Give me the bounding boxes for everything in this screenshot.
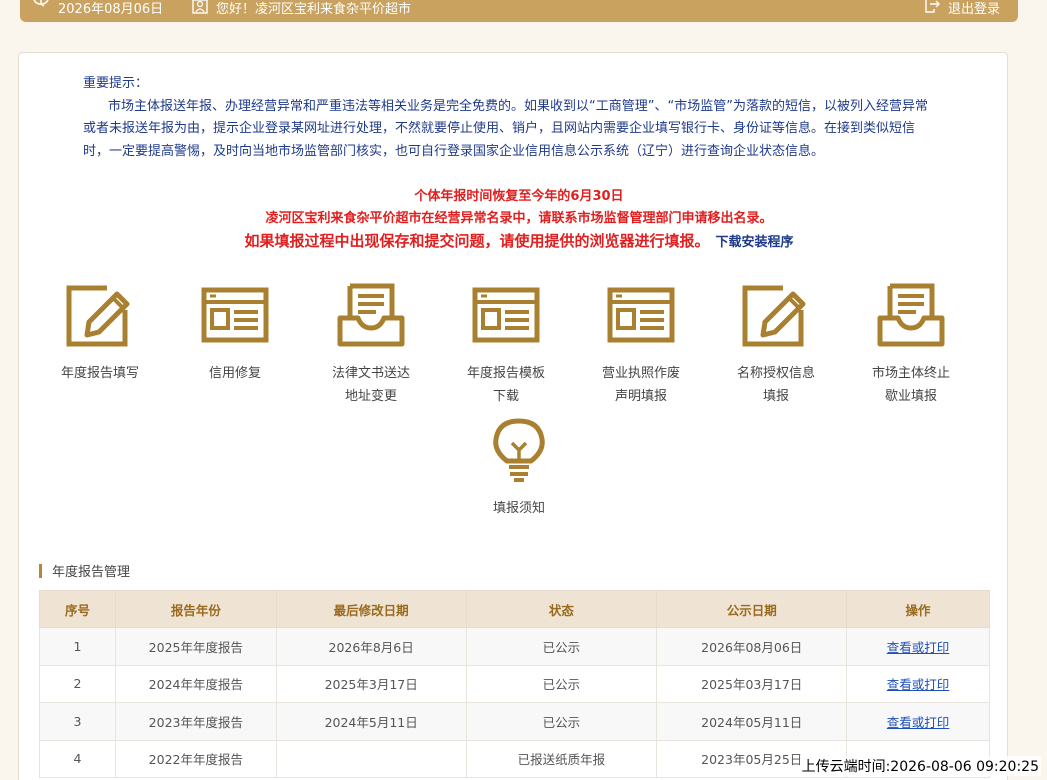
cell-serial: 4: [39, 739, 116, 778]
section-title: 年度报告管理: [39, 561, 130, 580]
tile-label: 营业执照作废 声明填报: [601, 366, 680, 404]
tile-label: 名称授权信息 填报: [736, 366, 815, 404]
header-action: 操作: [846, 590, 990, 628]
section-title-marker: [39, 563, 42, 578]
header-date-text: 2026年08月06日: [58, 1, 164, 17]
view-print-link[interactable]: 查看或打印: [887, 640, 950, 655]
user-icon: [192, 0, 208, 14]
cell-status: 已公示: [465, 664, 658, 703]
tile-filing-instructions[interactable]: 填报须知: [459, 417, 579, 520]
clock-icon: [33, 0, 49, 7]
tile-label: 年度报告填写: [60, 366, 139, 381]
notice-heading: 重要提示：: [83, 76, 149, 91]
cell-status: 已公示: [465, 702, 658, 741]
lightbulb-icon: [493, 418, 545, 482]
cell-last-modified: 2024年5月11日: [275, 702, 467, 741]
top-bar: 2026年08月06日 您好！凌河区宝利来食杂平价超市 退出登录: [20, 0, 1018, 22]
form-icon: [201, 287, 269, 343]
header-date: 2026年08月06日: [32, 0, 164, 17]
view-print-link[interactable]: 查看或打印: [887, 677, 950, 692]
notice-paragraph: 市场主体报送年报、办理经营异常和严重违法等相关业务是完全免费的。如果收到以“工商…: [83, 98, 928, 159]
tile-license-void-statement[interactable]: 营业执照作废 声明填报: [581, 282, 701, 408]
cell-action: 查看或打印: [846, 702, 990, 741]
cell-publish-date: 2024年05月11日: [656, 702, 848, 741]
tile-label: 市场主体终止 歇业填报: [871, 366, 950, 404]
cell-publish-date: 2025年03月17日: [656, 664, 848, 703]
edit-icon: [66, 285, 130, 347]
alert-abnormal-list: 凌河区宝利来食杂平价超市在经营异常名录中，请联系市场监督管理部门申请移出名录。: [265, 211, 773, 226]
tile-name-authorization[interactable]: 名称授权信息 填报: [716, 282, 836, 408]
form-icon: [472, 287, 540, 343]
header-greeting-text: 您好！凌河区宝利来食杂平价超市: [216, 1, 412, 17]
view-print-link[interactable]: 查看或打印: [887, 715, 950, 730]
cell-serial: 3: [39, 702, 116, 741]
tile-legal-document-address[interactable]: 法律文书送达 地址变更: [311, 282, 431, 408]
header-publish-date: 公示日期: [656, 590, 848, 628]
cell-report-year: 2025年年度报告: [114, 627, 277, 666]
cell-last-modified: 2026年8月6日: [275, 627, 467, 666]
cell-report-year: 2024年年度报告: [114, 664, 277, 703]
header-report-year: 报告年份: [114, 590, 277, 628]
cell-action: 查看或打印: [846, 664, 990, 703]
tile-label: 填报须知: [492, 501, 545, 516]
cell-last-modified: [275, 739, 467, 778]
cell-publish-date: 2026年08月06日: [656, 627, 848, 666]
logout-label[interactable]: 退出登录: [948, 0, 1000, 17]
cell-report-year: 2023年年度报告: [114, 702, 277, 741]
tile-business-termination[interactable]: 市场主体终止 歇业填报: [851, 282, 971, 408]
logout-icon: [925, 0, 940, 13]
cell-report-year: 2022年年度报告: [114, 739, 277, 778]
tile-annual-report-template[interactable]: 年度报告模板 下载: [446, 282, 566, 408]
tile-label: 法律文书送达 地址变更: [331, 366, 410, 404]
table-header-row: 序号 报告年份 最后修改日期 状态 公示日期 操作: [39, 590, 990, 628]
header-greeting: 您好！凌河区宝利来食杂平价超市: [192, 0, 412, 17]
tile-credit-repair[interactable]: 信用修复: [175, 282, 295, 385]
inbox-icon: [337, 283, 405, 347]
tile-annual-report-fill[interactable]: 年度报告填写: [40, 282, 160, 385]
alert-browser-text: 如果填报过程中出现保存和提交问题，请使用提供的浏览器进行填报。: [244, 232, 710, 250]
annual-report-table: 序号 报告年份 最后修改日期 状态 公示日期 操作 1 2025年年度报告 20…: [39, 590, 990, 778]
header-last-modified: 最后修改日期: [275, 590, 467, 628]
inbox-icon: [877, 283, 945, 347]
upload-timestamp: 上传云端时间:2026-08-06 09:20:25: [799, 756, 1041, 776]
table-row: 2 2024年年度报告 2025年3月17日 已公示 2025年03月17日 查…: [39, 664, 990, 703]
main-panel: 重要提示： 市场主体报送年报、办理经营异常和严重违法等相关业务是完全免费的。如果…: [18, 52, 1008, 780]
section-title-text: 年度报告管理: [52, 565, 131, 580]
tile-label: 信用修复: [208, 366, 261, 381]
header-serial: 序号: [39, 590, 116, 628]
form-icon: [607, 287, 675, 343]
cell-serial: 1: [39, 627, 116, 666]
important-notice: 重要提示： 市场主体报送年报、办理经营异常和严重违法等相关业务是完全免费的。如果…: [83, 73, 933, 163]
logout-button[interactable]: 退出登录: [922, 0, 1000, 17]
cell-last-modified: 2025年3月17日: [275, 664, 467, 703]
download-installer-link[interactable]: 下载安装程序: [716, 235, 794, 250]
cell-status: 已公示: [465, 627, 658, 666]
alert-browser: 如果填报过程中出现保存和提交问题，请使用提供的浏览器进行填报。 下载安装程序: [19, 230, 1019, 251]
table-row: 1 2025年年度报告 2026年8月6日 已公示 2026年08月06日 查看…: [39, 627, 990, 666]
edit-icon: [742, 285, 806, 347]
cell-serial: 2: [39, 664, 116, 703]
cell-action: 查看或打印: [846, 627, 990, 666]
tile-label: 年度报告模板 下载: [466, 366, 545, 404]
alert-annual-report-deadline: 个体年报时间恢复至今年的6月30日: [414, 189, 624, 204]
cell-status: 已报送纸质年报: [465, 739, 658, 778]
table-row: 3 2023年年度报告 2024年5月11日 已公示 2024年05月11日 查…: [39, 702, 990, 741]
header-status: 状态: [465, 590, 658, 628]
